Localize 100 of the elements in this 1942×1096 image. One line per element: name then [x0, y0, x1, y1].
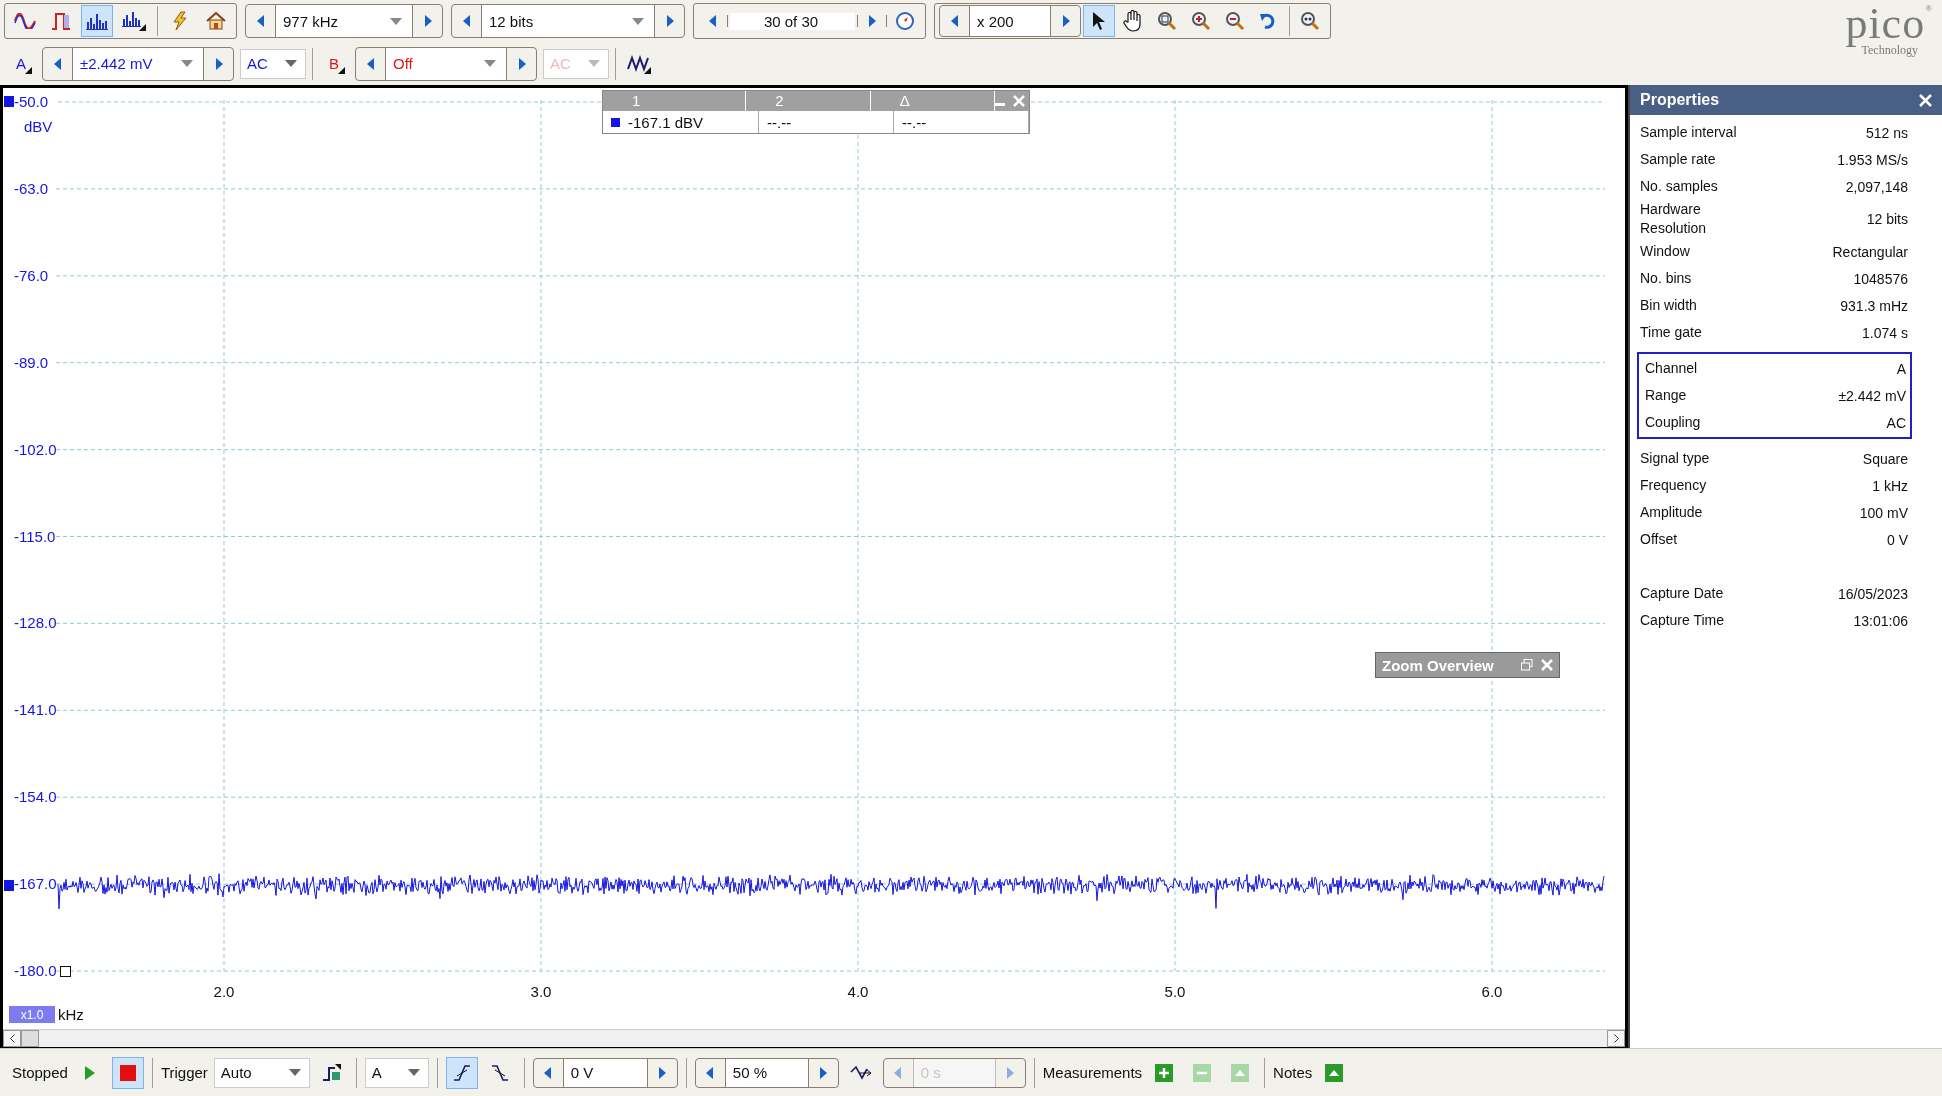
property-value: 13:01:06 [1853, 612, 1908, 629]
trigger-mode-dropdown[interactable]: Auto [213, 1057, 310, 1088]
resolution-dropdown[interactable]: 12 bits [482, 5, 654, 37]
range-marker [60, 966, 71, 977]
property-label: No. bins [1640, 269, 1692, 288]
property-label: No. samples [1640, 177, 1718, 196]
property-value: 1048576 [1853, 270, 1908, 287]
right-arrow-icon [423, 15, 432, 27]
house-icon [206, 11, 226, 31]
right-arrow-icon [868, 15, 876, 27]
axis-label: 4.0 [847, 983, 869, 1000]
channel-button[interactable]: A [6, 47, 36, 80]
close-icon[interactable] [1919, 93, 1932, 107]
spectrum-icon [122, 11, 146, 31]
range-dropdown[interactable]: ±2.442 mV [73, 47, 203, 80]
scale-badge: x1.0 [9, 1006, 55, 1023]
axis-label: -50.0 [14, 93, 49, 110]
rising-edge-icon [452, 1063, 471, 1082]
rising-edge-button[interactable] [445, 1056, 478, 1089]
caret-icon [285, 60, 297, 67]
trigger-icon [321, 1062, 342, 1083]
scrollbar-thumb[interactable] [21, 1030, 39, 1047]
property-value: Rectangular [1832, 243, 1908, 260]
property-value: 1.074 s [1862, 324, 1908, 341]
property-label: Capture Time [1640, 611, 1725, 630]
axis-unit: dBV [24, 118, 53, 135]
left-arrow-icon [366, 57, 375, 70]
property-value: 512 ns [1865, 124, 1908, 141]
axis-label: -180.0 [14, 962, 57, 979]
spectrum-mode-button[interactable] [81, 5, 113, 37]
axis-label: 5.0 [1164, 983, 1186, 1000]
property-value: A [1896, 360, 1906, 377]
table-cell: --.-- [902, 113, 927, 131]
trigger-label: Trigger [160, 1064, 208, 1081]
falling-edge-icon [490, 1063, 509, 1082]
axis-label: -115.0 [14, 527, 56, 545]
property-value: Square [1862, 450, 1908, 467]
panel-title: Properties [1640, 91, 1720, 109]
stop-button[interactable] [111, 1056, 144, 1089]
panel-title: Zoom Overview [1382, 656, 1494, 674]
caret-icon [588, 60, 600, 67]
property-label: Time gate [1640, 323, 1702, 342]
property-label: Frequency [1640, 476, 1707, 495]
axis-label: -63.0 [14, 179, 49, 197]
property-label: Channel [1645, 359, 1698, 378]
pulse-icon [51, 12, 71, 30]
property-value: 2,097,148 [1845, 178, 1908, 195]
property-label: Amplitude [1640, 503, 1703, 522]
property-label: Coupling [1645, 413, 1701, 432]
caret-icon [288, 1069, 301, 1076]
coupling-dropdown[interactable]: AC [240, 48, 306, 79]
pointer-tool-button[interactable] [1083, 5, 1116, 37]
trigger-source-dropdown[interactable]: A [364, 1057, 429, 1088]
channel-marker [4, 96, 14, 107]
axis-label: -76.0 [14, 266, 49, 284]
axis-label: -89.0 [14, 353, 49, 371]
range-dropdown[interactable]: Off [386, 47, 506, 80]
channel-button[interactable]: B [319, 47, 349, 80]
stop-icon [119, 1064, 136, 1081]
left-arrow-icon [462, 15, 471, 27]
property-value: 1 kHz [1872, 477, 1908, 494]
spectrum-icon [86, 12, 108, 30]
next-button[interactable] [857, 15, 887, 27]
property-value: 16/05/2023 [1837, 585, 1908, 602]
property-label: Capture Date [1640, 584, 1724, 603]
property-label: Sample rate [1640, 150, 1716, 169]
sample-rate-dropdown[interactable]: 977 kHz [276, 5, 412, 37]
axis-label: 6.0 [1481, 983, 1503, 1000]
waveform-icon [627, 53, 651, 74]
corner-arrow-icon [25, 66, 32, 74]
magnifier-icon [1157, 11, 1178, 31]
horizontal-scrollbar[interactable] [3, 1029, 1625, 1047]
property-label: Range [1645, 386, 1687, 405]
zoom-out-icon [1225, 11, 1246, 31]
delay-icon [849, 1063, 872, 1082]
restore-icon[interactable] [1521, 659, 1533, 671]
property-label: Sample interval [1640, 123, 1737, 142]
close-icon[interactable] [1541, 659, 1553, 671]
caret-icon [484, 60, 496, 67]
left-arrow-icon [256, 15, 265, 27]
right-arrow-icon [665, 15, 674, 27]
magnifier-icon [1300, 11, 1320, 31]
play-icon [83, 1065, 96, 1080]
axis-label: 2.0 [213, 983, 235, 1000]
caret-icon [390, 17, 402, 25]
left-arrow-icon [53, 57, 62, 70]
table-cell: -167.1 dBV [628, 113, 704, 131]
column-header: 1 [603, 91, 747, 111]
axis-label: -154.0 [14, 788, 57, 806]
property-label: Offset [1640, 530, 1678, 549]
caret-icon [632, 17, 644, 25]
buffer-field[interactable]: 30 of 30 [730, 12, 855, 30]
hand-icon [1123, 10, 1144, 32]
column-header: 2 [746, 91, 871, 111]
property-label: Window [1640, 242, 1690, 261]
property-value: 0 V [1887, 531, 1908, 548]
compass-icon [895, 11, 915, 31]
plus-icon [1155, 1063, 1174, 1082]
right-arrow-icon [214, 57, 223, 70]
run-status: Stopped [12, 1064, 68, 1081]
